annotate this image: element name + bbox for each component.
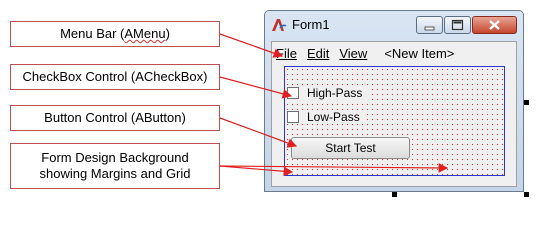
title-bar[interactable]: Form1 [265,11,523,39]
resize-handle-right[interactable] [524,100,529,105]
checkbox-low-pass[interactable]: Low-Pass [287,110,366,124]
menu-item-new[interactable]: <New Item> [372,44,459,64]
resize-handle-bottom[interactable] [392,192,397,197]
resize-handle-corner[interactable] [524,192,529,197]
callout-button: Button Control (AButton) [10,105,220,131]
window-title: Form1 [292,17,330,32]
menu-item-file[interactable]: File [272,44,302,64]
close-button[interactable] [472,16,517,34]
callout-menu-bar-class: AMenu [124,26,166,41]
start-test-button[interactable]: Start Test [291,137,410,159]
app-logo-icon [272,19,287,31]
form-design-area[interactable]: High-Pass Low-Pass Start Test [284,66,505,176]
checkbox-label: Low-Pass [307,110,360,124]
minimize-icon [424,26,435,31]
checkbox-label: High-Pass [307,86,363,100]
checkbox-box[interactable] [287,87,299,99]
callout-menu-bar: Menu Bar (AMenu) [10,21,220,47]
maximize-icon [451,19,464,31]
form-client-area: File Edit View <New Item> High-Pass Low-… [271,41,517,187]
maximize-button[interactable] [444,16,471,34]
checkbox-box[interactable] [287,111,299,123]
callout-checkbox: CheckBox Control (ACheckBox) [10,64,220,90]
checkbox-high-pass[interactable]: High-Pass [287,86,369,100]
close-icon [489,20,500,30]
callout-design-background: Form Design Background showing Margins a… [10,143,220,189]
menu-item-edit[interactable]: Edit [302,44,334,64]
menu-bar: File Edit View <New Item> [272,44,459,64]
form1-window: Form1 File Edit View <New Item> High-Pas… [264,10,524,192]
minimize-button[interactable] [416,16,443,34]
menu-item-view[interactable]: View [334,44,372,64]
